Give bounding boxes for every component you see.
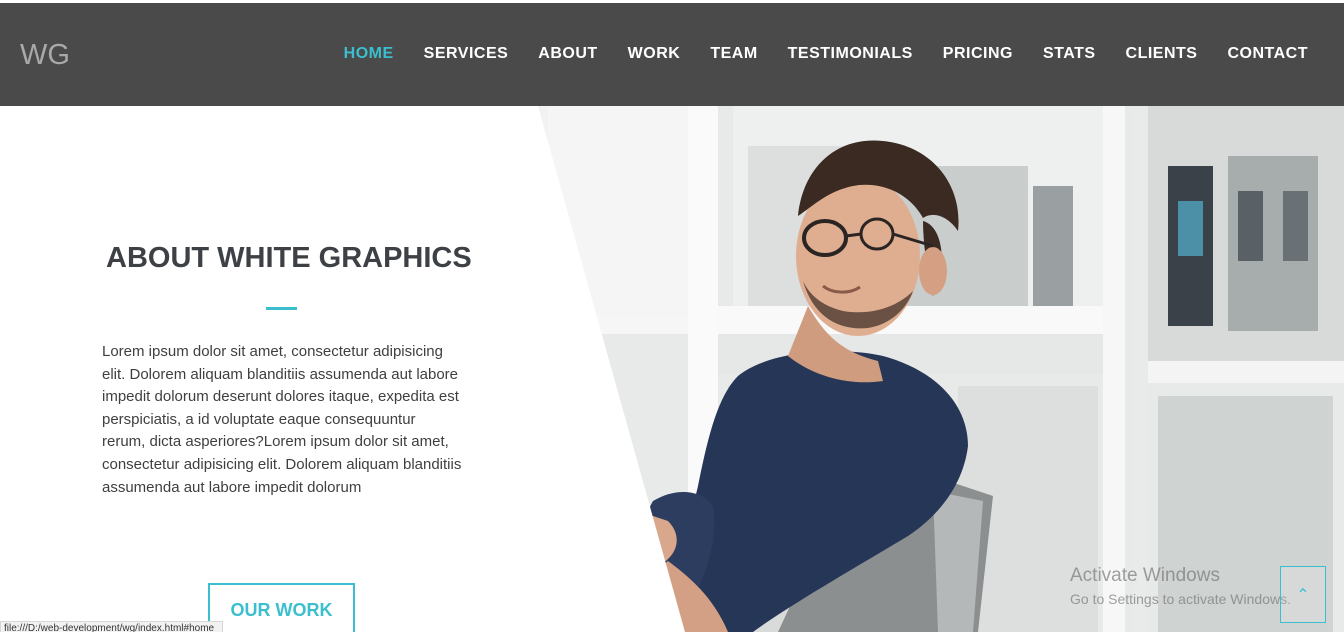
nav-link-testimonials[interactable]: TESTIMONIALS [788,45,913,63]
nav-link-clients[interactable]: CLIENTS [1126,45,1198,63]
navbar: WG HOME SERVICES ABOUT WORK TEAM TESTIMO… [0,3,1344,106]
nav-link-about[interactable]: ABOUT [538,45,597,63]
diagonal-divider [538,106,685,632]
title-divider [266,307,297,310]
activate-windows-watermark: Activate Windows Go to Settings to activ… [1070,565,1291,607]
status-bar-url: file:///D:/web-development/wg/index.html… [0,621,224,632]
nav-link-stats[interactable]: STATS [1043,45,1096,63]
nav-link-pricing[interactable]: PRICING [943,45,1013,63]
about-body-text: Lorem ipsum dolor sit amet, consectetur … [102,343,462,496]
nav-link-team[interactable]: TEAM [710,45,757,63]
nav-menu: HOME SERVICES ABOUT WORK TEAM TESTIMONIA… [344,45,1308,63]
nav-link-work[interactable]: WORK [628,45,681,63]
our-work-button[interactable]: OUR WORK [208,583,355,632]
watermark-title: Activate Windows [1070,565,1220,586]
nav-link-services[interactable]: SERVICES [424,45,509,63]
about-title: ABOUT WHITE GRAPHICS [106,242,472,274]
scroll-to-top-button[interactable]: ⌃ [1280,566,1326,623]
nav-link-home[interactable]: HOME [344,45,394,63]
watermark-subtitle: Go to Settings to activate Windows. [1070,591,1291,607]
chevron-up-icon: ⌃ [1296,586,1310,604]
nav-link-contact[interactable]: CONTACT [1227,45,1308,63]
brand-logo[interactable]: WG [20,39,70,72]
